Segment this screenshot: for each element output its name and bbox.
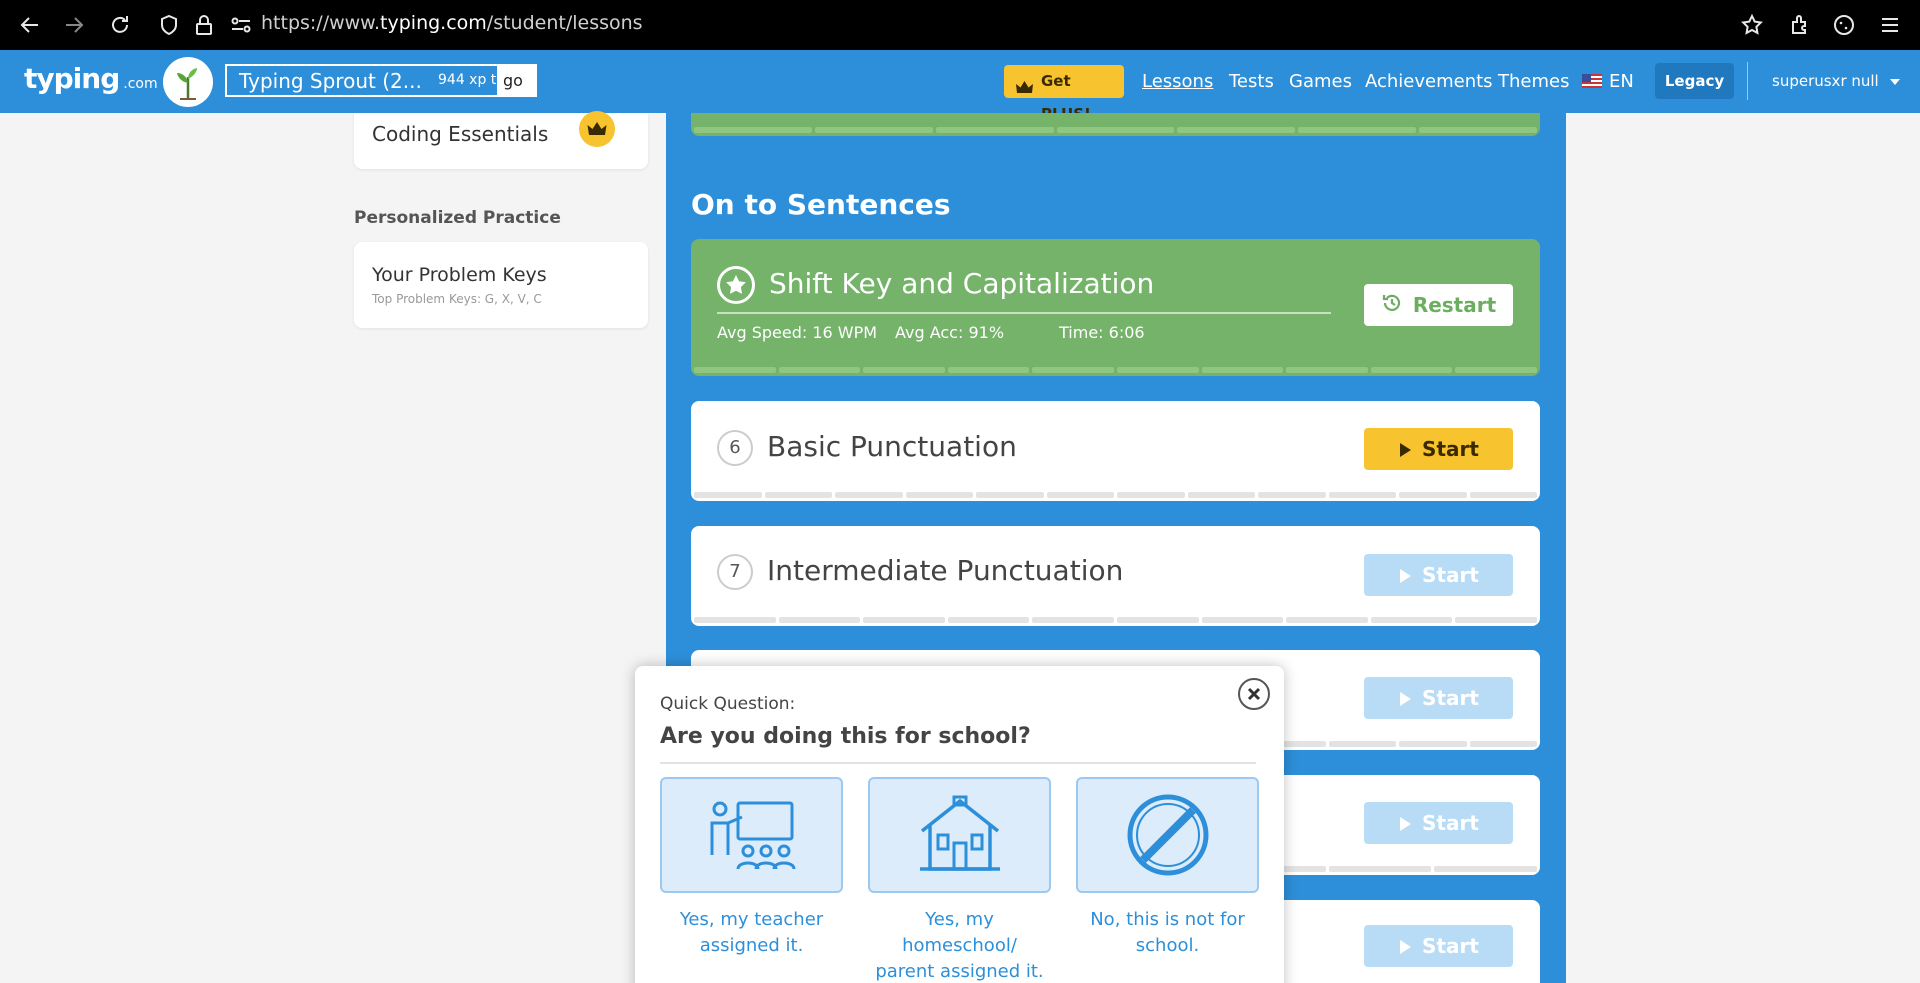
choice-teacher[interactable]: Yes, my teacher assigned it.	[660, 777, 843, 959]
play-icon	[1398, 556, 1412, 598]
coding-essentials-card[interactable]: Coding Essentials	[354, 111, 648, 169]
site-settings-icon[interactable]	[229, 13, 253, 37]
lock-icon[interactable]	[192, 13, 216, 37]
language-selector[interactable]: EN	[1609, 71, 1634, 92]
nav-lessons[interactable]: Lessons	[1142, 71, 1213, 92]
teacher-classroom-icon	[710, 801, 795, 870]
reload-icon[interactable]	[108, 13, 132, 37]
avg-accuracy: Avg Acc: 91%	[895, 323, 1005, 342]
legacy-button[interactable]: Legacy	[1655, 63, 1734, 99]
sprout-icon	[177, 68, 197, 100]
choice-homeschool[interactable]: Yes, my homeschool/parent assigned it.	[868, 777, 1051, 983]
lesson-title: Shift Key and Capitalization	[769, 267, 1155, 300]
problem-keys-card[interactable]: Your Problem Keys Top Problem Keys: G, X…	[354, 242, 648, 328]
avg-speed: Avg Speed: 16 WPM	[717, 323, 878, 342]
bookmark-star-icon[interactable]	[1740, 13, 1764, 37]
shield-icon[interactable]	[157, 13, 181, 37]
previous-lesson-progress	[691, 113, 1540, 136]
lesson-card[interactable]: Shift Key and Capitalization Avg Speed: …	[691, 239, 1540, 376]
crown-icon	[1016, 74, 1033, 107]
menu-icon[interactable]	[1878, 13, 1902, 37]
lesson-card[interactable]: 6 Basic Punctuation Start	[691, 401, 1540, 501]
play-icon	[1398, 804, 1412, 846]
us-flag-icon[interactable]	[1582, 74, 1602, 88]
start-button[interactable]: Start	[1364, 925, 1513, 967]
lesson-card[interactable]: 7 Intermediate Punctuation Start	[691, 526, 1540, 626]
problem-keys-sub: Top Problem Keys: G, X, V, C	[372, 292, 542, 306]
caret-down-icon	[1889, 78, 1900, 85]
popup-question: Are you doing this for school?	[660, 724, 1031, 749]
start-button[interactable]: Start	[1364, 677, 1513, 719]
xp-level-text: Typing Sprout (2...	[239, 69, 422, 93]
lesson-title: Intermediate Punctuation	[767, 554, 1124, 587]
choice-teacher-box[interactable]	[660, 777, 843, 893]
extensions-icon[interactable]	[1788, 13, 1812, 37]
avatar[interactable]	[163, 57, 213, 107]
start-button[interactable]: Start	[1364, 428, 1513, 470]
choice-homeschool-label[interactable]: Yes, my homeschool/parent assigned it.	[868, 907, 1051, 983]
xp-progress[interactable]: Typing Sprout (2... 944 xp to go	[225, 64, 537, 97]
start-button[interactable]: Start	[1364, 802, 1513, 844]
cookie-icon[interactable]	[1832, 13, 1856, 37]
back-arrow-icon[interactable]	[18, 13, 42, 37]
get-plus-button[interactable]: Get PLUS!	[1004, 65, 1124, 123]
xp-go-text: go	[497, 66, 535, 95]
popup-kicker: Quick Question:	[660, 694, 796, 714]
prohibited-icon	[1127, 794, 1208, 876]
house-icon	[919, 795, 1000, 871]
header-divider	[1747, 62, 1748, 100]
play-icon	[1398, 927, 1412, 969]
choice-not-school-label[interactable]: No, this is not for school.	[1076, 907, 1259, 959]
play-icon	[1398, 430, 1412, 472]
site-header: typing .com Typing Sprout (2... 944 xp to…	[0, 50, 1920, 123]
quick-question-popup: Quick Question: Are you doing this for s…	[635, 666, 1284, 983]
star-icon	[717, 266, 755, 304]
browser-toolbar: https://www.typing.com/student/lessons	[0, 0, 1920, 50]
coding-essentials-label: Coding Essentials	[372, 122, 549, 146]
start-button[interactable]: Start	[1364, 554, 1513, 596]
lesson-title: Basic Punctuation	[767, 430, 1017, 463]
section-title: On to Sentences	[691, 188, 951, 221]
forward-arrow-icon[interactable]	[62, 13, 86, 37]
lesson-number: 7	[717, 554, 753, 590]
address-bar-url[interactable]: https://www.typing.com/student/lessons	[261, 12, 643, 34]
choice-teacher-label[interactable]: Yes, my teacher assigned it.	[660, 907, 843, 959]
choice-not-school-box[interactable]	[1076, 777, 1259, 893]
personalized-practice-heading: Personalized Practice	[354, 208, 561, 228]
play-icon	[1398, 679, 1412, 721]
popup-divider	[660, 762, 1256, 764]
choice-not-school[interactable]: No, this is not for school.	[1076, 777, 1259, 959]
lesson-time: Time: 6:06	[1059, 323, 1145, 342]
typing-logo[interactable]: typing .com	[24, 62, 158, 95]
lesson-number: 6	[717, 430, 753, 466]
crown-icon	[579, 111, 615, 147]
nav-tests[interactable]: Tests	[1229, 71, 1274, 92]
restart-button[interactable]: Restart	[1364, 284, 1513, 326]
nav-achievements[interactable]: Achievements	[1365, 71, 1493, 92]
stats-divider	[717, 312, 1331, 314]
close-icon[interactable]	[1238, 678, 1270, 710]
problem-keys-label: Your Problem Keys	[372, 264, 547, 286]
user-menu[interactable]: superusxr null	[1772, 72, 1900, 90]
choice-homeschool-box[interactable]	[868, 777, 1051, 893]
nav-themes[interactable]: Themes	[1498, 71, 1569, 92]
nav-games[interactable]: Games	[1289, 71, 1352, 92]
history-icon	[1381, 286, 1403, 328]
